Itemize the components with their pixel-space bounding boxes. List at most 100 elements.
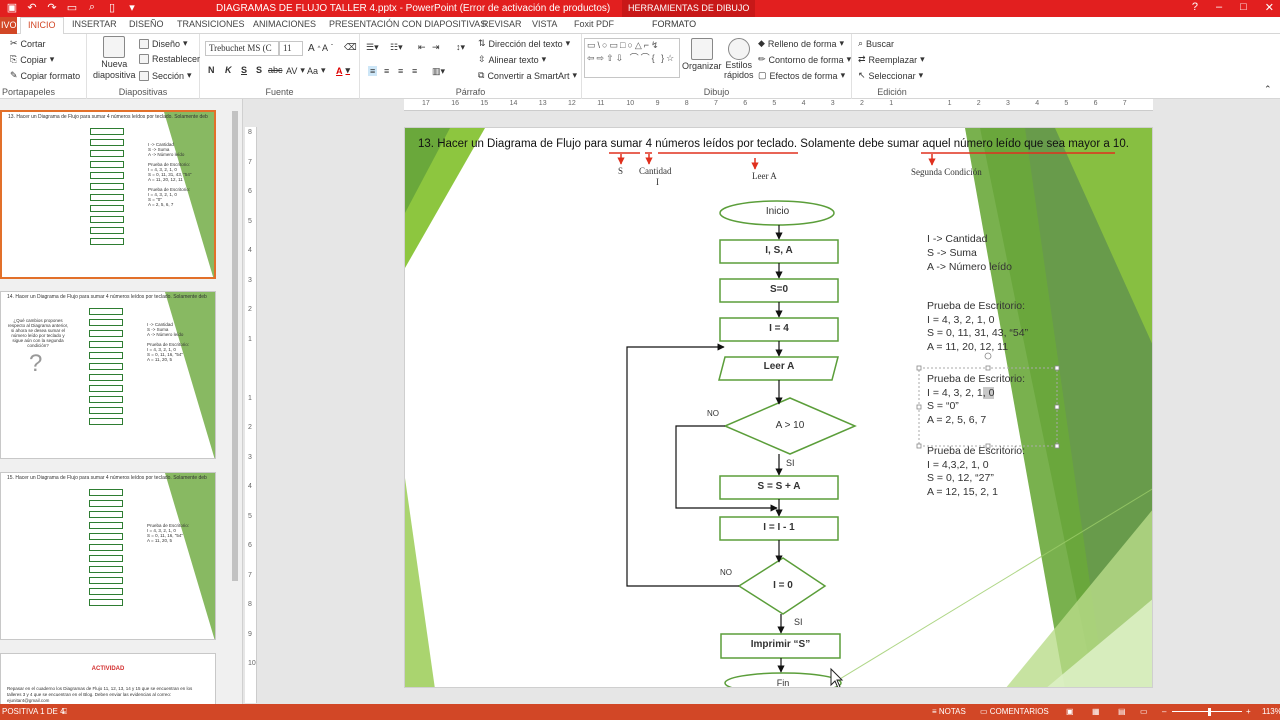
justify-icon[interactable]: ≡ (412, 66, 417, 76)
text-direction-icon: ⇅ (478, 38, 486, 48)
arrange-button[interactable]: Organizar (682, 38, 722, 71)
new-slide-button[interactable]: Nueva diapositiva (93, 36, 136, 80)
help-button[interactable]: ? (1192, 1, 1198, 14)
tab-file[interactable]: IVO (0, 17, 17, 34)
cut-button[interactable]: ✂ Cortar (10, 38, 46, 49)
grow-font-button[interactable]: A ^ (308, 43, 321, 54)
undo-icon[interactable]: ↶ (26, 1, 38, 14)
change-case-button[interactable]: Aa ▾ (307, 65, 326, 76)
editing-group: ⌕ Buscar ⇄ Reemplazar ▾ ↖ Seleccionar ▾ Edici… (852, 34, 932, 99)
replace-button[interactable]: ⇄ Reemplazar ▾ (858, 54, 925, 65)
minimize-button[interactable]: – (1216, 1, 1222, 14)
vertical-ruler[interactable]: 8 7 6 5 4 3 2 1 1 2 3 4 5 6 7 8 9 10 (245, 127, 257, 703)
slide-thumbnail-1[interactable]: 13. Hacer un Diagrama de Flujo para suma… (0, 110, 216, 279)
select-button[interactable]: ↖ Seleccionar ▾ (858, 70, 923, 81)
spellcheck-icon[interactable]: ⌸ (62, 707, 67, 717)
desk-test-2[interactable]: Prueba de Escritorio: I = 4, 3, 2, 1, 0 … (927, 373, 1025, 427)
normal-view-icon[interactable]: ▣ (1066, 707, 1074, 716)
shrink-font-button[interactable]: Aˇ (322, 43, 333, 53)
clear-format-icon[interactable]: ⌫ (344, 42, 357, 53)
tab-transitions[interactable]: TRANSICIONES (177, 19, 245, 29)
cursor-icon: ↖ (858, 70, 866, 80)
bullets-icon[interactable]: ☰▾ (366, 42, 379, 53)
ruler-tick-label: 12 (568, 100, 576, 107)
smartart-button[interactable]: ⧉ Convertir a SmartArt ▾ (478, 70, 577, 81)
thumbnail-notes: Prueba de Escritorio: I = 4, 3, 2, 1, 0 … (147, 523, 190, 543)
comments-button[interactable]: ▭ COMENTARIOS (980, 707, 1049, 716)
tab-design[interactable]: DISEÑO (129, 19, 164, 29)
shape-effects-button[interactable]: ▢ Efectos de forma ▾ (758, 70, 845, 81)
decrease-indent-icon[interactable]: ⇤ (418, 42, 426, 53)
flow-cond1-label: A > 10 (775, 420, 805, 431)
tab-foxit-pdf[interactable]: Foxit PDF (574, 19, 614, 29)
shadow-button[interactable]: S (256, 65, 262, 75)
bold-button[interactable]: N (208, 65, 215, 75)
find-button[interactable]: ⌕ Buscar (858, 38, 894, 49)
annotation-segunda-condicion: Segunda Condición (911, 167, 982, 177)
slideshow-view-icon[interactable]: ▭ (1140, 707, 1148, 716)
horizontal-ruler[interactable]: 17 16 15 14 13 12 11 10 9 8 7 6 5 4 3 2 1 1 2 3 4 5 6 7 (404, 99, 1153, 111)
tab-home[interactable]: INICIO (20, 17, 64, 35)
zoom-in-button[interactable]: + (1246, 707, 1251, 716)
section-button[interactable]: Sección ▾ (139, 70, 192, 81)
shapes-gallery[interactable]: ▭\○▭□○△⌐↯ ⇦⇨⇧⇩ ⌒⌒{ }☆ (584, 38, 680, 78)
ruler-tick-label: 1 (889, 100, 894, 107)
zoom-slider-thumb[interactable] (1208, 708, 1211, 716)
flow-no1-label: NO (707, 409, 719, 418)
save-icon[interactable]: ▣ (6, 1, 18, 14)
layout-button[interactable]: Diseño ▾ (139, 38, 188, 49)
tab-slideshow[interactable]: PRESENTACIÓN CON DIAPOSITIVAS (329, 19, 486, 29)
ruler-tick-label: 4 (1035, 100, 1040, 107)
font-color-button[interactable]: A ▾ (336, 65, 350, 76)
align-text-button[interactable]: ⇳ Alinear texto ▾ (478, 54, 546, 65)
shape-outline-button[interactable]: ✏ Contorno de forma ▾ (758, 54, 851, 65)
format-painter-button[interactable]: ✎ Copiar formato (10, 70, 80, 81)
arrange-icon (690, 38, 713, 60)
thumbnail-activity-text: Repasar en el cuaderno los Diagramas de … (7, 686, 193, 703)
slide-canvas[interactable]: 13. Hacer un Diagrama de Flujo para suma… (404, 127, 1153, 688)
char-spacing-button[interactable]: AV ▾ (286, 65, 305, 76)
slide-thumbnail-2[interactable]: 14. Hacer un Diagrama de Flujo para suma… (0, 291, 216, 459)
font-size-box[interactable]: 11 (279, 41, 303, 56)
close-button[interactable]: ✕ (1265, 1, 1274, 14)
align-center-icon[interactable]: ≡ (384, 66, 389, 76)
zoom-slider[interactable] (1172, 711, 1242, 712)
columns-icon[interactable]: ▥▾ (432, 66, 445, 77)
scrollbar-thumb[interactable] (232, 111, 238, 581)
slide-thumbnail-3[interactable]: 15. Hacer un Diagrama de Flujo para suma… (0, 472, 216, 640)
align-left-icon[interactable]: ≡ (368, 66, 378, 76)
notes-button[interactable]: ≡ NOTAS (932, 707, 966, 716)
thumbnail-scrollbar[interactable] (231, 103, 239, 701)
zoom-out-button[interactable]: – (1162, 707, 1166, 716)
start-slideshow-icon[interactable]: ▭ (66, 1, 78, 14)
tab-view[interactable]: VISTA (532, 19, 557, 29)
tab-review[interactable]: REVISAR (482, 19, 522, 29)
quick-styles-button[interactable]: Estilos rápidos (724, 38, 754, 80)
tab-insert[interactable]: INSERTAR (72, 19, 117, 29)
slide-sorter-icon[interactable]: ▦ (1092, 707, 1100, 716)
tab-animations[interactable]: ANIMACIONES (253, 19, 316, 29)
align-right-icon[interactable]: ≡ (398, 66, 403, 76)
text-direction-button[interactable]: ⇅ Dirección del texto ▾ (478, 38, 570, 49)
ruler-tick-label: 1 (947, 100, 952, 107)
reset-button[interactable]: Restablecer (139, 54, 200, 64)
copy-button[interactable]: ⎘ Copiar ▾ (10, 54, 54, 65)
customize-qat-icon[interactable]: ▾ (126, 1, 138, 14)
new-document-icon[interactable]: ▯ (106, 1, 118, 14)
collapse-ribbon-icon[interactable]: ⌃ (1264, 84, 1272, 95)
strikethrough-button[interactable]: abc (268, 65, 283, 75)
italic-button[interactable]: K (225, 65, 232, 75)
font-name-box[interactable]: Trebuchet MS (C (205, 41, 279, 56)
underline-button[interactable]: S (241, 65, 247, 75)
flow-declare-label: I, S, A (765, 245, 793, 256)
tab-format[interactable]: FORMATO (652, 19, 696, 29)
increase-indent-icon[interactable]: ⇥ (432, 42, 440, 53)
zoom-level[interactable]: 113% (1262, 707, 1280, 716)
shape-fill-button[interactable]: ◆ Relleno de forma ▾ (758, 38, 844, 49)
reading-view-icon[interactable]: ▤ (1118, 707, 1126, 716)
line-spacing-icon[interactable]: ↕▾ (456, 42, 465, 53)
redo-icon[interactable]: ↷ (46, 1, 58, 14)
numbering-icon[interactable]: ☷▾ (390, 42, 403, 53)
print-preview-icon[interactable]: ⌕ (86, 1, 98, 14)
maximize-button[interactable]: □ (1240, 1, 1247, 14)
